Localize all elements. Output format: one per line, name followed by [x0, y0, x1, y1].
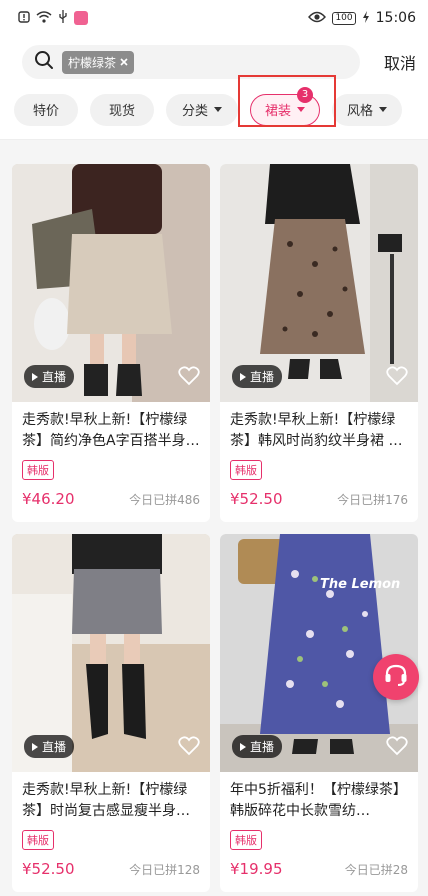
wifi-icon [36, 11, 52, 25]
photo-watermark: The Lemon [320, 577, 400, 592]
product-price: ¥19.95 [230, 860, 283, 878]
charging-icon [362, 11, 370, 25]
price-row: ¥52.50 今日已拼128 [12, 850, 210, 878]
headset-icon [383, 662, 409, 692]
live-badge: 直播 [24, 365, 75, 388]
sold-count: 今日已拼176 [337, 492, 408, 507]
product-title[interactable]: 走秀款!早秋上新!【柠檬绿茶】韩风时尚豹纹半身裙 … [220, 402, 418, 454]
live-label: 直播 [42, 370, 67, 384]
product-price: ¥52.50 [230, 490, 283, 508]
filter-label: 风格 [346, 104, 373, 119]
filter-label: 现货 [108, 104, 135, 119]
caret-down-icon [214, 107, 222, 112]
product-tag: 韩版 [22, 460, 54, 480]
price-row: ¥52.50 今日已拼176 [220, 480, 418, 508]
heart-icon[interactable] [178, 736, 200, 760]
eye-icon [308, 11, 327, 25]
search-input[interactable]: 柠檬绿茶 [22, 45, 360, 79]
heart-icon[interactable] [386, 736, 408, 760]
product-price: ¥46.20 [22, 490, 75, 508]
app-notification-icon [74, 11, 88, 25]
caret-down-icon [379, 107, 387, 112]
filter-label: 特价 [32, 104, 59, 119]
filter-style[interactable]: 风格 [332, 93, 402, 126]
play-icon [240, 372, 246, 381]
search-icon [34, 50, 54, 74]
play-icon [32, 742, 38, 751]
highlight-box [238, 75, 336, 127]
live-badge: 直播 [24, 735, 75, 758]
product-photo[interactable]: 直播 [12, 164, 210, 402]
product-title[interactable]: 年中5折福利！【柠檬绿茶】韩版碎花中长款雪纺… [220, 772, 418, 824]
product-photo[interactable]: The Lemon 直播 [220, 534, 418, 772]
product-card[interactable]: 直播 走秀款!早秋上新!【柠檬绿茶】简约净色A字百搭半身… 韩版 ¥46.20 … [12, 164, 210, 522]
product-price: ¥52.50 [22, 860, 75, 878]
status-bar: 100 15:06 [0, 0, 428, 36]
product-photo[interactable]: 直播 [220, 164, 418, 402]
price-row: ¥46.20 今日已拼486 [12, 480, 210, 508]
sold-count: 今日已拼28 [344, 862, 408, 877]
live-label: 直播 [250, 740, 275, 754]
product-tag: 韩版 [22, 830, 54, 850]
filter-in-stock[interactable]: 现货 [90, 93, 154, 126]
filter-label: 分类 [181, 104, 208, 119]
sold-count: 今日已拼128 [129, 862, 200, 877]
play-icon [240, 742, 246, 751]
product-card[interactable]: 直播 走秀款!早秋上新!【柠檬绿茶】韩风时尚豹纹半身裙 … 韩版 ¥52.50 … [220, 164, 418, 522]
product-card[interactable]: The Lemon 直播 年中5折福利！【柠檬绿茶】韩版碎花中长款雪纺… 韩版 … [220, 534, 418, 892]
sold-count: 今日已拼486 [129, 492, 200, 507]
product-tag: 韩版 [230, 460, 262, 480]
product-grid: 直播 走秀款!早秋上新!【柠檬绿茶】简约净色A字百搭半身… 韩版 ¥46.20 … [0, 140, 428, 892]
customer-service-button[interactable] [373, 654, 419, 700]
heart-icon[interactable] [178, 366, 200, 390]
heart-icon[interactable] [386, 366, 408, 390]
search-keyword-text: 柠檬绿茶 [68, 55, 117, 70]
product-card[interactable]: 直播 走秀款!早秋上新!【柠檬绿茶】时尚复古感显瘦半身… 韩版 ¥52.50 今… [12, 534, 210, 892]
live-label: 直播 [250, 370, 275, 384]
play-icon [32, 372, 38, 381]
live-badge: 直播 [232, 735, 283, 758]
filter-bar: 特价 现货 分类 裙装 3 风格 [0, 86, 428, 140]
search-row: 柠檬绿茶 取消 [0, 36, 428, 86]
product-photo[interactable]: 直播 [12, 534, 210, 772]
search-keyword-chip[interactable]: 柠檬绿茶 [62, 50, 135, 74]
price-row: ¥19.95 今日已拼28 [220, 850, 418, 878]
alert-icon [18, 11, 30, 25]
status-time: 15:06 [375, 10, 416, 26]
usb-icon [58, 10, 68, 26]
live-badge: 直播 [232, 365, 283, 388]
cancel-button[interactable]: 取消 [360, 50, 416, 74]
close-icon[interactable] [120, 55, 128, 69]
battery-indicator: 100 [332, 11, 356, 25]
product-title[interactable]: 走秀款!早秋上新!【柠檬绿茶】时尚复古感显瘦半身… [12, 772, 210, 824]
top-area: 100 15:06 柠檬绿茶 取消 特价 现货 分类 裙装 3 风格 [0, 0, 428, 140]
product-title[interactable]: 走秀款!早秋上新!【柠檬绿茶】简约净色A字百搭半身… [12, 402, 210, 454]
live-label: 直播 [42, 740, 67, 754]
product-tag: 韩版 [230, 830, 262, 850]
filter-category[interactable]: 分类 [166, 93, 238, 126]
filter-special-price[interactable]: 特价 [14, 93, 78, 126]
